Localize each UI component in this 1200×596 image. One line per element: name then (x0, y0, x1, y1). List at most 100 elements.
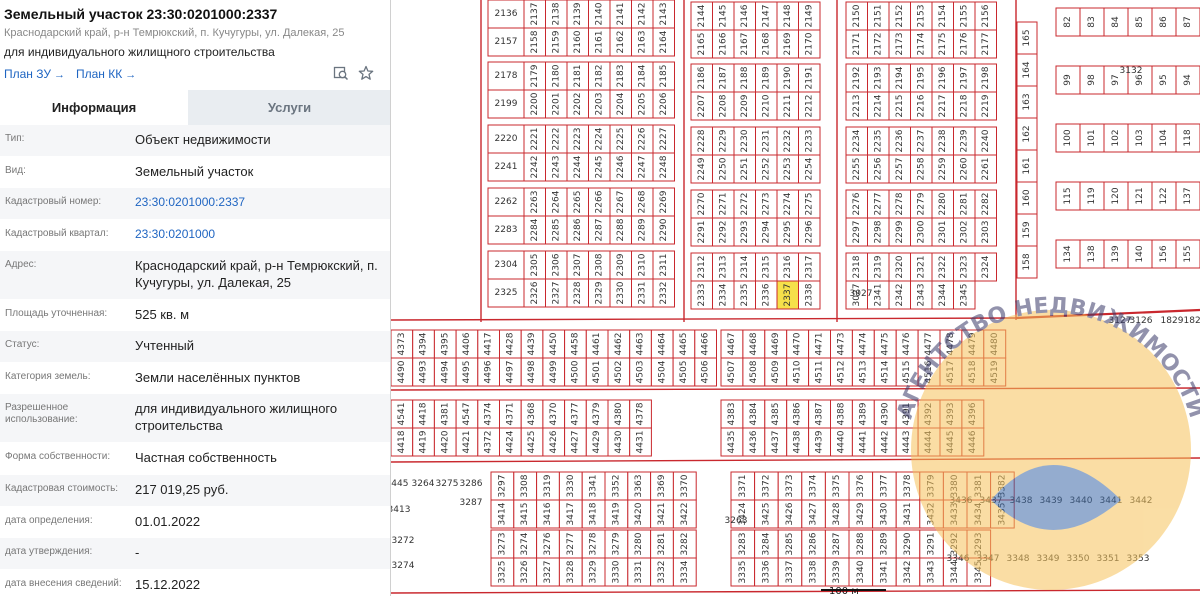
info-row-value: Краснодарский край, р-н Темрюкский, п. К… (135, 258, 378, 290)
plot-number: 2327 (551, 282, 561, 305)
plot-number: 2238 (938, 129, 948, 152)
plot-number: 3413 (391, 505, 410, 515)
road-edge (391, 317, 1017, 321)
info-row: Адрес: Краснодарский край, р-н Темрюкский… (0, 251, 390, 300)
plot-number: 3377 (879, 475, 889, 498)
plot-number: 2307 (573, 254, 583, 277)
plot-number: 3027 (850, 289, 873, 299)
plot-number: 2277 (873, 193, 883, 216)
info-row: Площадь уточненная: 525 кв. м (0, 300, 390, 331)
plot-number: 3370 (680, 474, 690, 497)
plot-number: 4421 (462, 431, 472, 454)
plot-number: 2278 (895, 192, 905, 215)
plot-number: 2179 (530, 64, 540, 87)
plot-number: 4419 (419, 430, 429, 453)
plot-number: 2292 (718, 221, 728, 244)
plan-zu-link[interactable]: План ЗУ → (4, 67, 65, 81)
plot-number: 2142 (637, 3, 647, 26)
plot-number: 4388 (836, 402, 846, 425)
plot-number: 4368 (527, 402, 537, 425)
plot-number: 2329 (594, 281, 604, 304)
plot-number: 3297 (497, 475, 507, 498)
info-row-value: 217 019,25 руб. (135, 482, 229, 497)
plot-number: 4462 (614, 333, 624, 356)
plot-number: 4450 (549, 332, 559, 355)
plot-number: 2241 (495, 162, 518, 172)
tab-services[interactable]: Услуги (188, 90, 390, 125)
plot-number: 2223 (573, 128, 583, 151)
plot-number: 2274 (783, 192, 793, 215)
plot-number: 3274 (520, 532, 530, 555)
plot-number: 3343 (927, 561, 937, 584)
plot-number: 2218 (959, 94, 969, 117)
plot-number: 4373 (397, 333, 407, 356)
info-row-value: Земли населённых пунктов (135, 370, 301, 385)
plot-number: 2148 (783, 4, 793, 27)
plot-number: 2182 (594, 65, 604, 88)
tab-info[interactable]: Информация (0, 90, 188, 125)
plot-number: 4458 (570, 332, 580, 355)
info-row-link[interactable]: 23:30:0201000 (135, 226, 385, 243)
plot-number: 4469 (771, 332, 781, 355)
plot-number: 3426 (785, 502, 795, 525)
plot-number: 3414 (497, 502, 507, 525)
plot-number: 3287 (832, 533, 842, 556)
info-row-value: Объект недвижимости (135, 132, 271, 147)
plot-number: 2270 (697, 192, 707, 215)
plot-number: 4509 (771, 360, 781, 383)
plot-number: 3363 (634, 475, 644, 498)
plot-number: 3340 (856, 560, 866, 583)
plot-number: 4471 (815, 333, 825, 356)
plot-number: 2220 (495, 134, 518, 144)
plot-number: 156 (1159, 245, 1169, 262)
plot-number: 3289 (879, 532, 889, 555)
plot-number: 3374 (809, 474, 819, 497)
plot-number: 4476 (902, 332, 912, 355)
plot-number: 4512 (836, 361, 846, 384)
plot-number: 2322 (938, 256, 948, 279)
plot-number: 2189 (761, 66, 771, 89)
plan-kk-link[interactable]: План КК → (76, 67, 136, 81)
star-icon[interactable] (358, 65, 374, 81)
plot-number: 2291 (697, 221, 707, 244)
plot-number: 2136 (495, 9, 518, 19)
plot-number: 3429 (856, 502, 866, 525)
plot-number: 3430 (879, 502, 889, 525)
plot-number: 2234 (852, 129, 862, 152)
plot-number: 4466 (701, 332, 711, 355)
plot-number: 2147 (761, 5, 771, 28)
plot-number: 4443 (902, 431, 912, 454)
plot-number: 4508 (749, 360, 759, 383)
search-map-icon[interactable] (333, 65, 349, 81)
plot-number: 2213 (852, 95, 862, 118)
plot-number: 4495 (462, 361, 472, 384)
plot-number: 4394 (419, 332, 429, 355)
plot-number: 2164 (659, 30, 669, 53)
cadastral-map[interactable]: 2136 2137 2138 2139 2140 2141 2142 2143 2157 2158… (391, 0, 1200, 596)
plot-number: 2303 (981, 221, 991, 244)
map-canvas[interactable]: 2136 2137 2138 2139 2140 2141 2142 2143 2157 2158… (391, 0, 1200, 596)
plot-number: 4499 (549, 360, 559, 383)
info-row: Разрешенное использование: для индивидуал… (0, 394, 390, 443)
info-row-link[interactable]: 23:30:0201000:2337 (135, 194, 385, 211)
plot-number: 4426 (549, 430, 559, 453)
info-row: Категория земель: Земли населённых пункто… (0, 363, 390, 394)
plot-number: 2255 (852, 158, 862, 181)
plot-number: 2294 (761, 220, 771, 243)
plot-number: 4381 (440, 403, 450, 426)
plot-number: 2299 (895, 220, 905, 243)
plot-number: 2257 (895, 158, 905, 181)
plot-number: 2276 (852, 192, 862, 215)
plot-number: 4439 (815, 430, 825, 453)
plot-number: 98 (1087, 74, 1097, 86)
plot-number: 3290 (903, 532, 913, 555)
plot-number: 2202 (573, 93, 583, 116)
plot-number: 2221 (530, 128, 540, 151)
plot-number: 165 (1022, 29, 1032, 46)
plot-number: 2143 (659, 3, 669, 26)
plot-number: 2231 (761, 130, 771, 153)
plot-number: 3330 (566, 474, 576, 497)
plot-number: 4493 (419, 361, 429, 384)
info-row-label: Форма собственности: (5, 451, 111, 462)
plot-number: 2157 (495, 37, 518, 47)
